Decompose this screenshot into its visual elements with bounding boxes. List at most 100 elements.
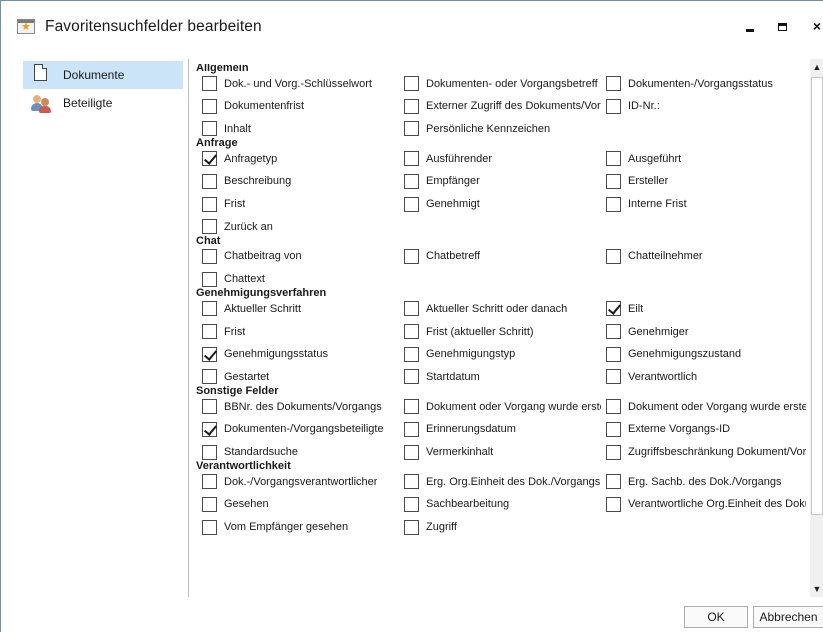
checkbox-box[interactable] [606,76,621,91]
checkbox-box[interactable] [606,399,621,415]
field-checkbox[interactable]: Frist (aktueller Schritt) [404,323,601,340]
checkbox-box[interactable] [404,346,419,362]
field-checkbox[interactable]: Inhalt [202,120,400,137]
checkbox-box[interactable] [404,369,419,385]
checkbox-box[interactable] [606,98,621,114]
checkbox-box[interactable] [606,369,621,385]
checkbox-box[interactable] [202,248,217,264]
checkbox-box[interactable] [202,271,217,287]
checkbox-box[interactable] [606,248,621,264]
checkbox-box[interactable] [404,519,419,535]
scroll-down-icon[interactable]: ▼ [810,581,823,597]
field-checkbox[interactable]: Verantwortliche Org.Einheit des Dokument… [606,496,806,513]
checkbox-box[interactable] [202,301,217,317]
checkbox-box[interactable] [606,496,621,512]
field-checkbox[interactable]: Dokumenten- oder Vorgangsbetreff [404,75,601,92]
field-checkbox[interactable]: Genehmigt [404,196,601,213]
checkmark-icon[interactable] [202,421,217,437]
checkbox-box[interactable] [404,444,419,460]
checkmark-icon[interactable] [606,301,621,317]
field-checkbox[interactable]: Vom Empfänger gesehen [202,519,400,536]
checkbox-box[interactable] [202,173,217,189]
field-checkbox[interactable]: Dok.-/Vorgangsverantwortlicher [202,473,400,490]
field-checkbox[interactable]: BBNr. des Dokuments/Vorgangs [202,398,400,415]
field-checkbox[interactable]: Anfragetyp [202,150,400,167]
field-checkbox[interactable]: Ausführender [404,150,601,167]
minimize-button[interactable] [738,15,762,37]
field-checkbox[interactable]: Eilt [606,300,806,317]
field-checkbox[interactable]: Frist [202,196,400,213]
field-checkbox[interactable]: Dokumenten-/Vorgangsstatus [606,75,806,92]
checkbox-box[interactable] [202,324,217,339]
checkbox-box[interactable] [606,444,621,460]
checkbox-box[interactable] [606,346,621,362]
field-checkbox[interactable]: Dok.- und Vorg.-Schlüsselwort [202,75,400,92]
checkbox-box[interactable] [202,196,217,212]
cancel-button[interactable]: Abbrechen [753,606,823,628]
checkbox-box[interactable] [404,496,419,512]
maximize-button[interactable] [770,15,794,37]
checkbox-box[interactable] [606,196,621,212]
scroll-thumb[interactable] [811,77,823,515]
checkmark-icon[interactable] [202,151,217,167]
field-checkbox[interactable]: Zugriff [404,519,601,536]
field-checkbox[interactable]: Gestartet [202,368,400,385]
field-checkbox[interactable]: Vermerkinhalt [404,444,601,461]
field-checkbox[interactable]: Dokumenten-/Vorgangsbeteiligte [202,421,400,438]
field-checkbox[interactable]: Chatbeitrag von [202,248,400,265]
field-checkbox[interactable]: Verantwortlich [606,368,806,385]
checkbox-box[interactable] [202,369,217,385]
checkbox-box[interactable] [202,76,217,91]
field-checkbox[interactable]: Dokument oder Vorgang wurde erstellt [606,398,806,415]
checkbox-box[interactable] [606,324,621,339]
field-checkbox[interactable]: Chatbetreff [404,248,601,265]
nav-item-beteiligte[interactable]: Beteiligte [23,89,183,117]
checkbox-box[interactable] [606,421,621,437]
checkbox-box[interactable] [606,474,621,490]
field-checkbox[interactable]: Genehmigungszustand [606,346,806,363]
field-checkbox[interactable]: Frist [202,323,400,340]
checkbox-box[interactable] [202,98,217,114]
field-checkbox[interactable]: Erinnerungsdatum [404,421,601,438]
field-checkbox[interactable]: Aktueller Schritt oder danach [404,300,601,317]
field-checkbox[interactable]: Interne Frist [606,196,806,213]
checkmark-icon[interactable] [202,346,217,362]
checkbox-box[interactable] [404,98,419,114]
field-checkbox[interactable]: Erg. Org.Einheit des Dok./Vorgangs [404,473,601,490]
field-checkbox[interactable]: Externer Zugriff des Dokuments/Vorgangs [404,98,601,115]
checkbox-box[interactable] [404,121,419,137]
field-checkbox[interactable]: Dokument oder Vorgang wurde erstellt [404,398,601,415]
field-checkbox[interactable]: Standardsuche [202,444,400,461]
close-button[interactable]: × [805,15,823,37]
field-checkbox[interactable]: Genehmigungsstatus [202,346,400,363]
field-checkbox[interactable]: Sachbearbeitung [404,496,601,513]
field-checkbox[interactable]: ID-Nr.: [606,98,806,115]
field-checkbox[interactable]: Persönliche Kennzeichen [404,120,601,137]
field-checkbox[interactable]: Erg. Sachb. des Dok./Vorgangs [606,473,806,490]
checkbox-box[interactable] [404,76,419,91]
field-checkbox[interactable]: Ersteller [606,173,806,190]
checkbox-box[interactable] [404,421,419,437]
checkbox-box[interactable] [606,173,621,189]
checkbox-box[interactable] [404,301,419,317]
field-checkbox[interactable]: Genehmiger [606,323,806,340]
field-checkbox[interactable]: Dokumentenfrist [202,98,400,115]
checkbox-box[interactable] [404,474,419,490]
field-checkbox[interactable]: Empfänger [404,173,601,190]
field-checkbox[interactable]: Chatteilnehmer [606,248,806,265]
scroll-up-icon[interactable]: ▲ [810,59,823,75]
checkbox-box[interactable] [202,474,217,490]
checkbox-box[interactable] [202,519,217,535]
checkbox-box[interactable] [202,444,217,460]
checkbox-box[interactable] [202,496,217,512]
checkbox-box[interactable] [606,151,621,167]
field-checkbox[interactable]: Chattext [202,271,400,288]
checkbox-box[interactable] [404,324,419,339]
ok-button[interactable]: OK [684,606,748,628]
checkbox-box[interactable] [404,399,419,415]
field-checkbox[interactable]: Zugriffsbeschränkung Dokument/Vorgang [606,444,806,461]
field-checkbox[interactable]: Aktueller Schritt [202,300,400,317]
checkbox-box[interactable] [404,248,419,264]
field-checkbox[interactable]: Genehmigungstyp [404,346,601,363]
checkbox-box[interactable] [202,219,217,235]
